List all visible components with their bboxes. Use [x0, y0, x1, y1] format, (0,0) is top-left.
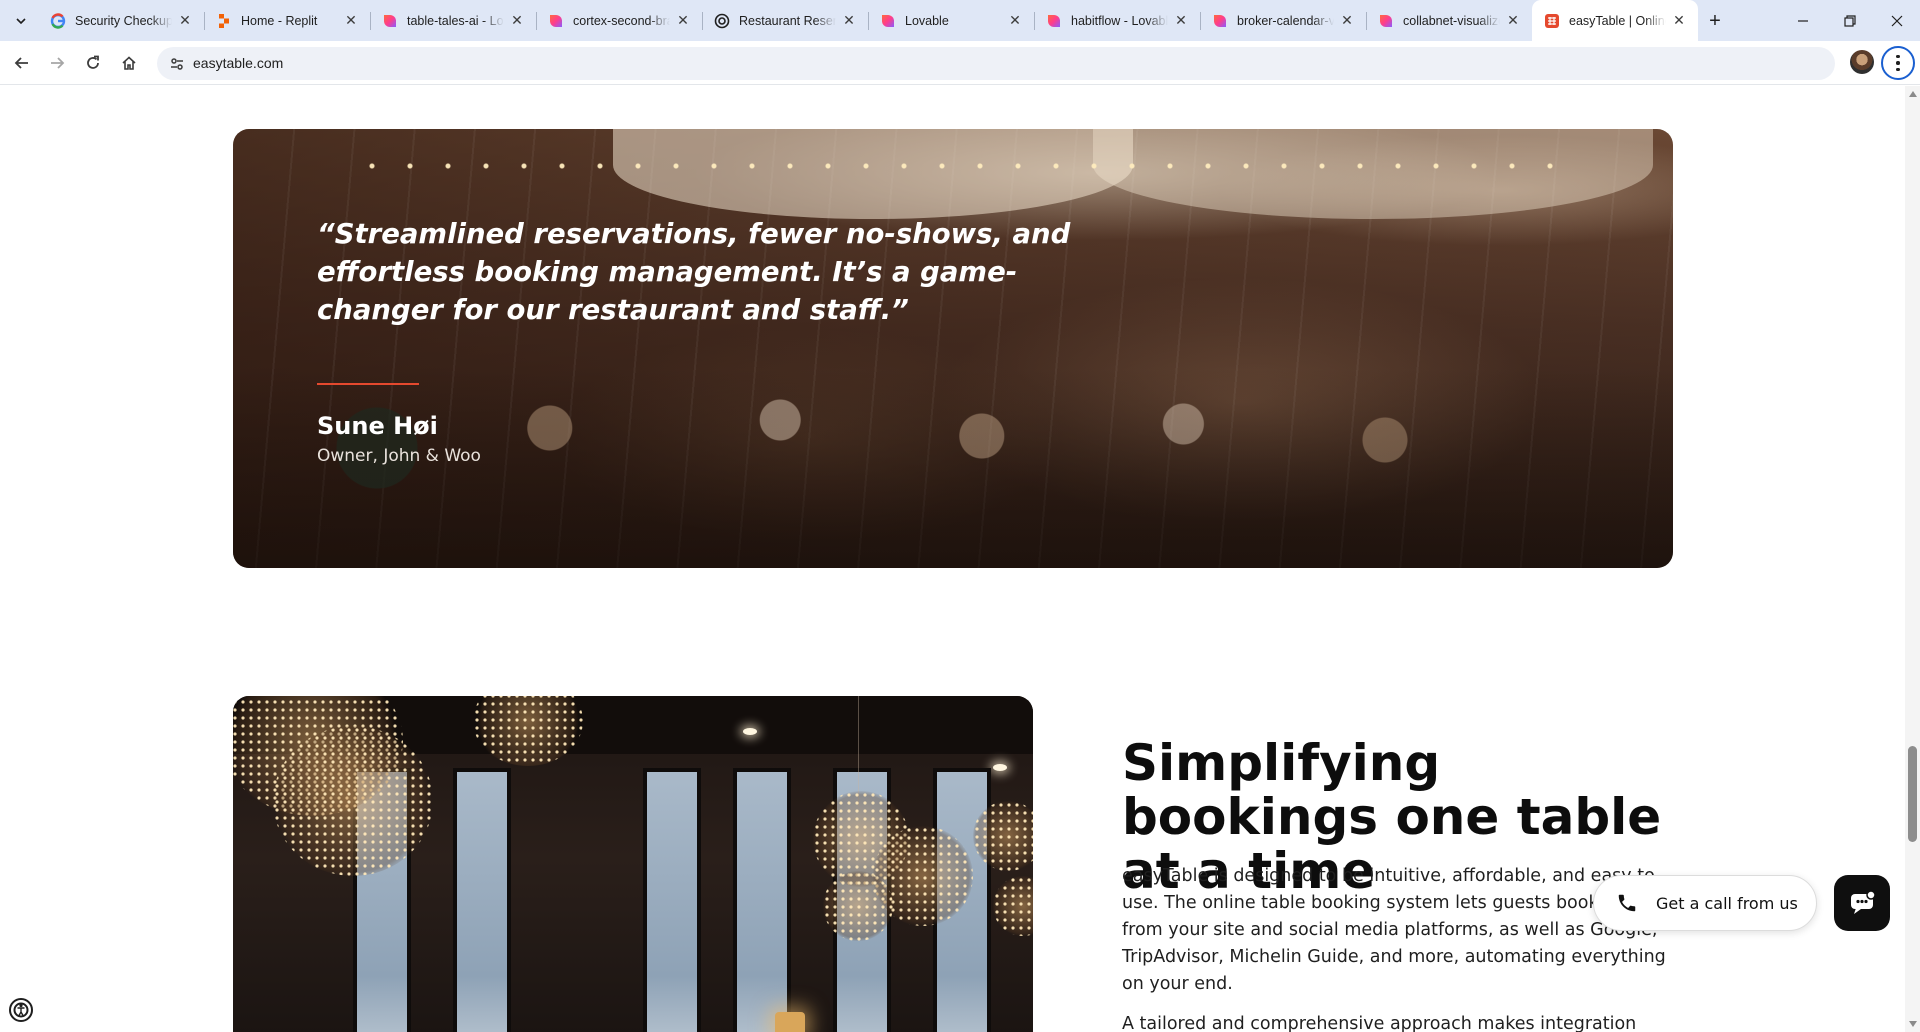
replit-icon [216, 13, 232, 29]
restaurant-interior-photo [233, 696, 1033, 1032]
lovable-icon [1212, 13, 1228, 29]
lovable-icon [382, 13, 398, 29]
tab-title: collabnet-visualizer - Lovable [1403, 13, 1500, 28]
close-icon[interactable]: ✕ [840, 12, 858, 30]
close-icon[interactable]: ✕ [342, 12, 360, 30]
tab-broker-calendar[interactable]: broker-calendar-view - Lovable ✕ [1200, 0, 1366, 41]
get-a-call-label: Get a call from us [1656, 893, 1798, 913]
accent-divider [317, 383, 419, 385]
tab-title: Security Checkup [75, 13, 172, 28]
tab-title: cortex-second-brain - Lovable [573, 13, 670, 28]
chandelier-decoration [823, 871, 893, 941]
tab-lovable[interactable]: Lovable ✕ [868, 0, 1034, 41]
tab-restaurant-reservations[interactable]: Restaurant Reservations ✕ [702, 0, 868, 41]
browser-toolbar: easytable.com ☆ [0, 41, 1920, 85]
site-info-icon[interactable] [166, 53, 188, 75]
chandelier-decoration [473, 696, 583, 766]
google-icon [50, 12, 66, 29]
close-icon[interactable]: ✕ [1504, 12, 1522, 30]
chandelier-decoration [273, 726, 433, 876]
close-icon[interactable]: ✕ [1338, 12, 1356, 30]
testimonial-author: Sune Høi [317, 412, 438, 440]
page-scrollbar[interactable] [1905, 86, 1920, 1032]
tab-title: habitflow - Lovable [1071, 13, 1168, 28]
section-paragraph: A tailored and comprehensive approach ma… [1122, 1014, 1637, 1032]
url-text[interactable]: easytable.com [193, 55, 283, 71]
tab-strip: Security Checkup ✕ Home - Replit ✕ table… [0, 0, 1920, 41]
tab-title: Lovable [905, 13, 949, 28]
get-a-call-button[interactable]: Get a call from us [1593, 875, 1817, 931]
restore-icon[interactable] [1827, 0, 1873, 41]
forward-arrow-icon[interactable] [41, 47, 73, 79]
tab-title: easyTable | Online table booking [1569, 13, 1666, 28]
lovable-icon [1046, 13, 1062, 29]
tab-cortex-second-brain[interactable]: cortex-second-brain - Lovable ✕ [536, 0, 702, 41]
chandelier-decoration [993, 876, 1033, 936]
address-bar[interactable]: easytable.com ☆ [157, 47, 1835, 80]
tab-replit[interactable]: Home - Replit ✕ [204, 0, 370, 41]
lovable-icon [1378, 13, 1394, 29]
reload-icon[interactable] [77, 47, 109, 79]
close-icon[interactable]: ✕ [508, 12, 526, 30]
wire-decoration [858, 696, 859, 806]
window-decoration [733, 768, 791, 1032]
tab-easytable[interactable]: easyTable | Online table booking ✕ [1532, 0, 1698, 41]
tab-title: broker-calendar-view - Lovable [1237, 13, 1334, 28]
new-tab-icon[interactable]: + [1702, 8, 1728, 34]
openai-icon [714, 13, 730, 29]
scroll-thumb[interactable] [1908, 746, 1917, 842]
section-paragraph: easyTable is designed to be intuitive, a… [1122, 866, 1670, 994]
easytable-icon [1544, 13, 1560, 29]
close-icon[interactable]: ✕ [674, 12, 692, 30]
testimonial-role: Owner, John & Woo [317, 446, 481, 466]
tab-habitflow[interactable]: habitflow - Lovable ✕ [1034, 0, 1200, 41]
tab-security-checkup[interactable]: Security Checkup ✕ [38, 0, 204, 41]
close-icon[interactable]: ✕ [1670, 12, 1688, 30]
downlight-decoration [743, 728, 757, 735]
back-arrow-icon[interactable] [6, 47, 38, 79]
testimonial-card: “Streamlined reservations, fewer no-show… [233, 129, 1673, 568]
chat-button[interactable] [1834, 875, 1890, 931]
downlight-decoration [993, 764, 1007, 771]
phone-icon [1618, 894, 1636, 912]
lovable-icon [548, 13, 564, 29]
close-icon[interactable]: ✕ [1172, 12, 1190, 30]
tab-title: Restaurant Reservations [739, 13, 836, 28]
window-decoration [453, 768, 511, 1032]
scroll-up-icon[interactable] [1909, 91, 1917, 97]
browser-menu-icon[interactable] [1881, 46, 1915, 80]
tab-title: Home - Replit [241, 13, 318, 28]
close-icon[interactable]: ✕ [1006, 12, 1024, 30]
string-lights-decoration [353, 157, 1553, 197]
minimize-icon[interactable] [1780, 0, 1826, 41]
window-decoration [643, 768, 701, 1032]
lovable-icon [880, 13, 896, 29]
tab-table-tales-ai[interactable]: table-tales-ai - Lovable ✕ [370, 0, 536, 41]
tab-title: table-tales-ai - Lovable [407, 13, 504, 28]
tab-list: Security Checkup ✕ Home - Replit ✕ table… [38, 0, 1698, 41]
testimonial-quote: “Streamlined reservations, fewer no-show… [317, 218, 1071, 326]
table-lamp-decoration [775, 1012, 805, 1032]
chat-bubble-icon [1851, 890, 1876, 914]
window-close-icon[interactable] [1874, 0, 1920, 41]
close-icon[interactable]: ✕ [176, 12, 194, 30]
profile-avatar[interactable] [1850, 50, 1874, 74]
terrace-diners-photo [233, 368, 1673, 568]
scroll-down-icon[interactable] [1909, 1021, 1917, 1027]
accessibility-icon[interactable] [8, 997, 34, 1023]
tab-search-chevron-icon[interactable] [8, 8, 34, 34]
tab-collabnet-visualizer[interactable]: collabnet-visualizer - Lovable ✕ [1366, 0, 1532, 41]
home-icon[interactable] [113, 47, 145, 79]
